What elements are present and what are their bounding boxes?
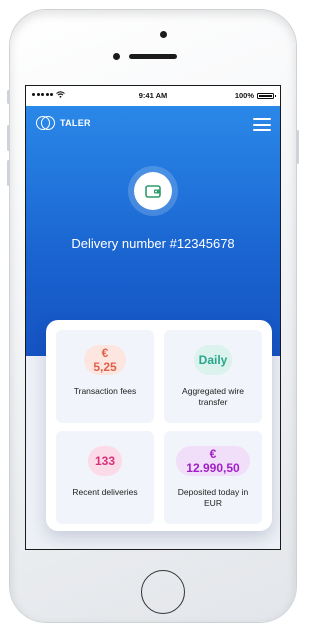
mute-switch: [7, 90, 10, 104]
menu-icon[interactable]: [253, 118, 271, 131]
wallet-icon: [145, 184, 161, 198]
earpiece-speaker: [129, 54, 177, 59]
stat-label: Recent deliveries: [72, 487, 138, 497]
logo-rings-icon: [36, 116, 58, 130]
app-screen: 9:41 AM 100% TALER Delivery number #1234…: [25, 85, 281, 550]
stat-value-pill: € 5,25: [84, 345, 126, 375]
proximity-sensor: [113, 53, 120, 60]
wallet-circle: [134, 172, 172, 210]
stat-value-pill: 133: [88, 446, 122, 476]
stat-value: € 5,25: [93, 346, 117, 374]
delivery-title: Delivery number #12345678: [71, 236, 235, 251]
power-button: [296, 130, 299, 164]
stat-value: € 12.990,50: [186, 447, 240, 475]
stat-label: Aggregated wire transfer: [182, 386, 244, 407]
battery-indicator: 100%: [234, 91, 276, 100]
stat-tile-transaction-fees[interactable]: € 5,25 Transaction fees: [56, 330, 154, 423]
stat-label: Deposited today in EUR: [177, 487, 249, 508]
stat-value-pill: Daily: [194, 345, 232, 375]
home-button[interactable]: [141, 570, 185, 614]
volume-up-button: [7, 125, 10, 151]
stat-value: 133: [94, 454, 116, 468]
hero-section: TALER Delivery number #12345678: [26, 106, 280, 356]
wallet-badge: [128, 166, 178, 216]
volume-down-button: [7, 160, 10, 186]
stat-tile-deposited-today[interactable]: € 12.990,50 Deposited today in EUR: [164, 431, 262, 524]
stats-card: € 5,25 Transaction fees Daily Aggregated…: [46, 320, 272, 531]
app-logo[interactable]: TALER: [36, 116, 91, 130]
stat-tile-recent-deliveries[interactable]: 133 Recent deliveries: [56, 431, 154, 524]
front-camera: [160, 31, 167, 38]
logo-text: TALER: [60, 118, 91, 128]
battery-percent: 100%: [234, 91, 254, 100]
stat-tile-aggregated-wire[interactable]: Daily Aggregated wire transfer: [164, 330, 262, 423]
battery-icon: [257, 92, 276, 99]
stat-value: Daily: [198, 353, 228, 367]
stat-value-pill: € 12.990,50: [176, 446, 250, 476]
status-bar: 9:41 AM 100%: [26, 86, 280, 106]
stat-label: Transaction fees: [73, 386, 137, 396]
